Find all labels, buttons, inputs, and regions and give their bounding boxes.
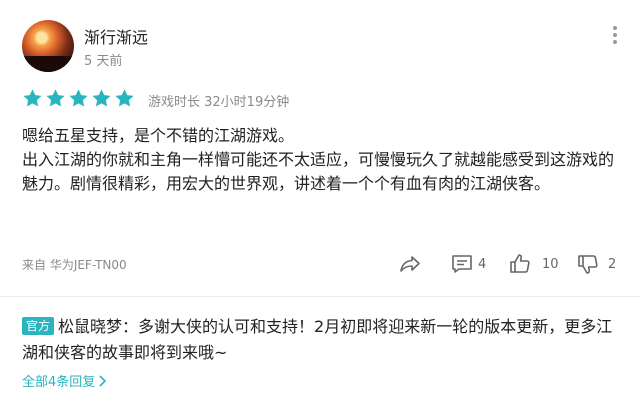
- thumbs-up-icon: [510, 254, 530, 273]
- thumbs-down-icon: [578, 255, 598, 274]
- post-time: 5 天前: [84, 54, 123, 69]
- star-icon: [46, 89, 65, 107]
- official-reply: 官方 松鼠晓梦：多谢大侠的认可和支持！2月初即将迎来新一轮的版本更新，更多江湖和侠…: [22, 314, 622, 366]
- share-icon: [400, 256, 420, 272]
- comment-count: 4: [478, 256, 487, 272]
- star-icon: [69, 89, 88, 107]
- star-icon: [92, 89, 111, 107]
- dislike-button[interactable]: 2: [576, 250, 616, 278]
- official-badge: 官方: [22, 317, 55, 335]
- reply-author[interactable]: 松鼠晓梦：: [58, 317, 138, 336]
- all-replies-link[interactable]: 全部4条回复: [22, 371, 107, 390]
- comment-icon: [452, 255, 472, 273]
- dislike-count: 2: [608, 256, 617, 272]
- username[interactable]: 渐行渐远: [84, 24, 148, 48]
- review-paragraph: 出入江湖的你就和主角一样懵可能还不太适应，可慢慢玩久了就越能感受到这游戏的魅力。…: [22, 150, 615, 193]
- star-icon: [23, 89, 42, 107]
- divider: [0, 296, 640, 297]
- device-info: 来自 华为JEF-TN00: [22, 258, 127, 272]
- playtime: 游戏时长 32小时19分钟: [148, 95, 290, 110]
- review-paragraph: 嗯给五星支持，是个不错的江湖游戏。: [22, 126, 295, 145]
- like-button[interactable]: 10: [508, 250, 559, 278]
- review-footer: 来自 华为JEF-TN00 4 10 2: [22, 250, 622, 278]
- all-replies-label: 全部4条回复: [22, 375, 96, 390]
- comment-button[interactable]: 4: [450, 250, 486, 278]
- like-count: 10: [542, 256, 559, 272]
- share-button[interactable]: [398, 250, 422, 278]
- star-rating: [22, 88, 135, 110]
- review-text: 嗯给五星支持，是个不错的江湖游戏。 出入江湖的你就和主角一样懵可能还不太适应，可…: [22, 124, 622, 196]
- chevron-right-icon: [99, 374, 107, 387]
- more-options-icon[interactable]: [612, 26, 618, 48]
- review-header: 渐行渐远 5 天前: [22, 20, 622, 76]
- star-icon: [115, 89, 134, 107]
- rating-row: 游戏时长 32小时19分钟: [22, 88, 622, 110]
- user-avatar[interactable]: [22, 20, 74, 72]
